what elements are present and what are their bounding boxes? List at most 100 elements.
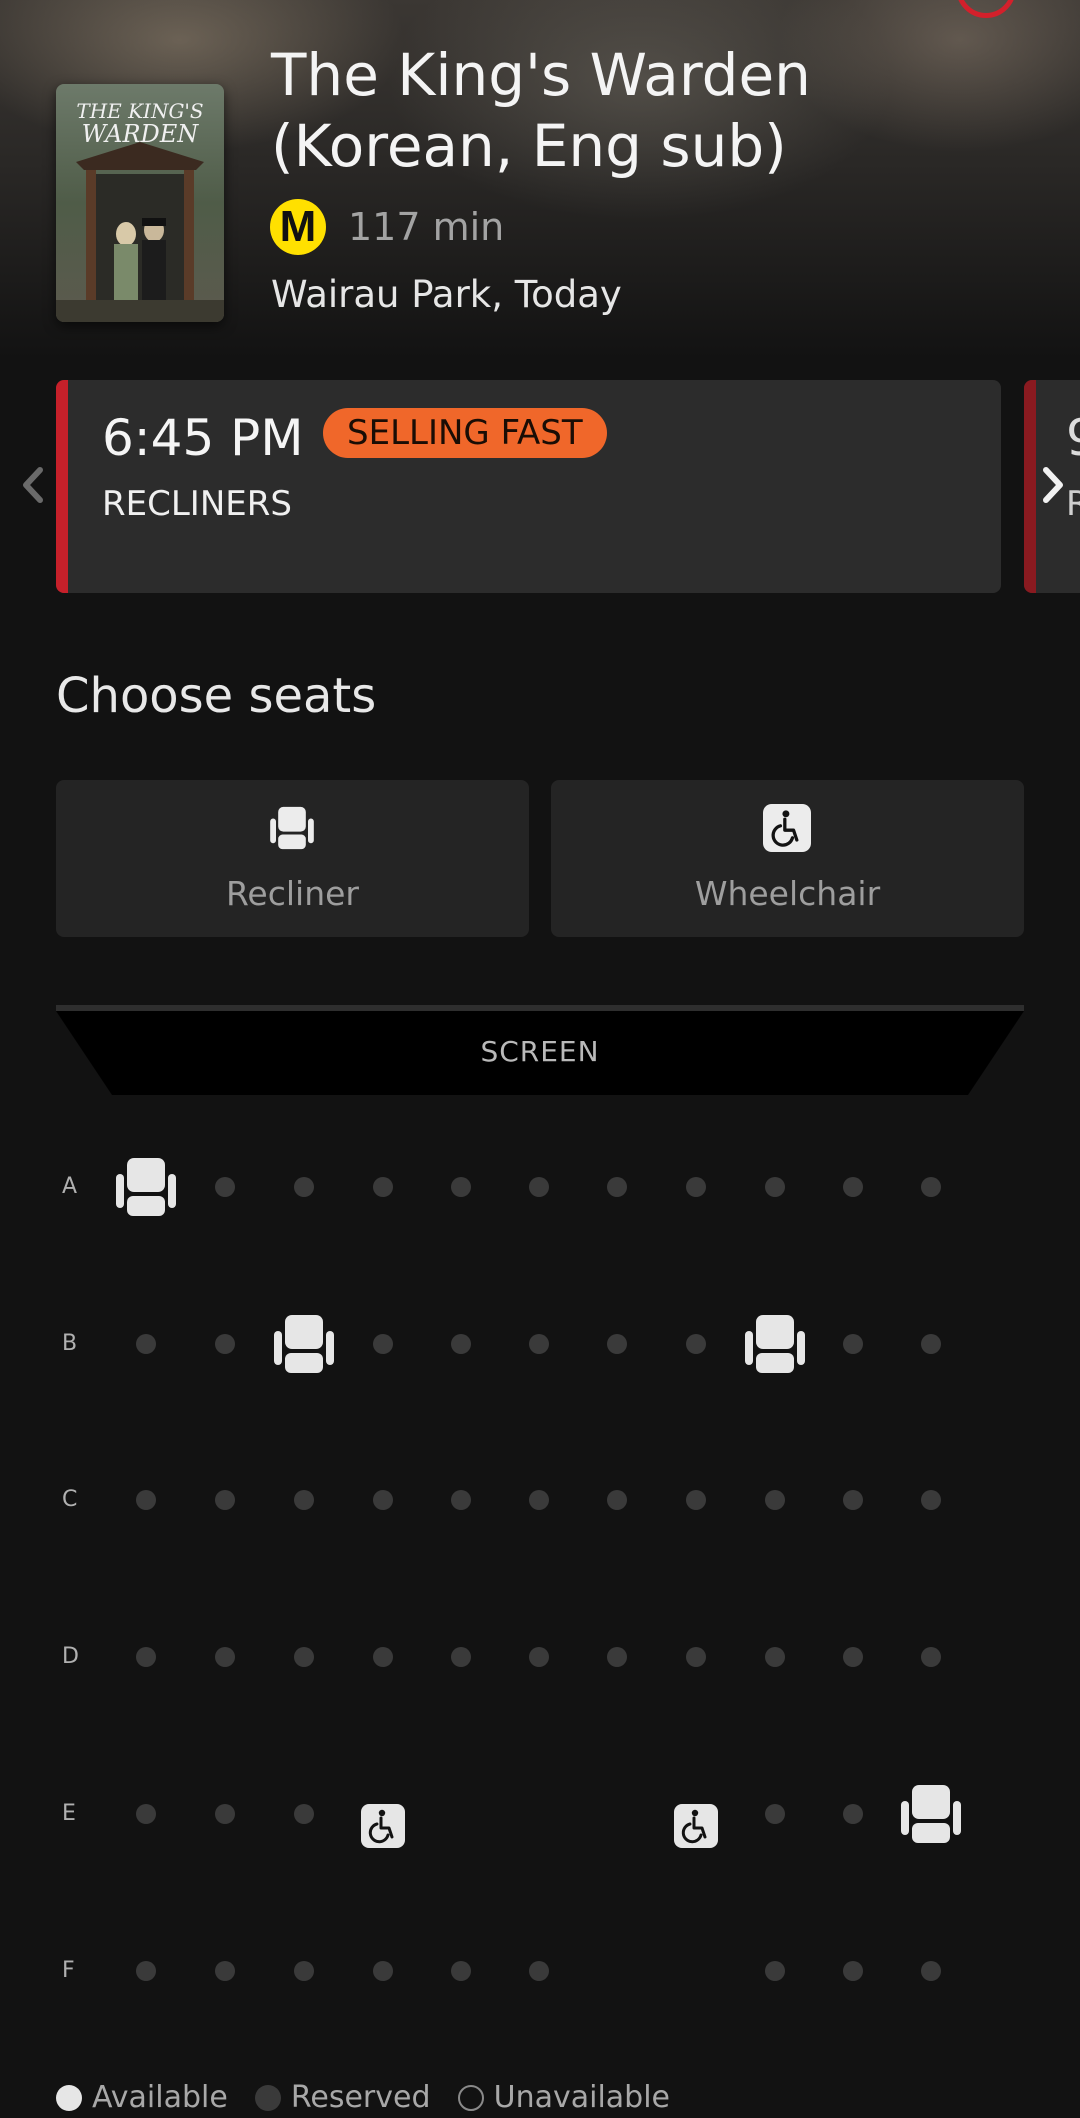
recliner-seat-icon[interactable] <box>271 1311 337 1377</box>
seat-f3[interactable] <box>294 1961 314 1981</box>
available-swatch-icon <box>56 2085 82 2111</box>
screen-label: SCREEN <box>480 1035 600 1068</box>
session-time: 6:45 PM <box>102 409 304 467</box>
seat-c7[interactable] <box>607 1490 627 1510</box>
seat-f5[interactable] <box>451 1961 471 1981</box>
filter-recliner-button[interactable]: Recliner <box>56 780 529 937</box>
row-label-f: F <box>62 1958 75 1983</box>
seat-f9[interactable] <box>765 1961 785 1981</box>
seat-f6[interactable] <box>529 1961 549 1981</box>
seat-a10[interactable] <box>843 1177 863 1197</box>
seat-b2[interactable] <box>215 1334 235 1354</box>
legend-available: Available <box>56 2078 228 2118</box>
seat-f10[interactable] <box>843 1961 863 1981</box>
cinema-location: Wairau Park, Today <box>271 273 622 316</box>
seat-e10[interactable] <box>843 1804 863 1824</box>
seat-b5[interactable] <box>451 1334 471 1354</box>
wheelchair-seat-icon[interactable] <box>361 1804 405 1848</box>
recliner-seat-icon[interactable] <box>898 1781 964 1847</box>
row-label-b: B <box>62 1331 78 1356</box>
wheelchair-seat-icon[interactable] <box>674 1804 718 1848</box>
seat-d9[interactable] <box>765 1647 785 1667</box>
seat-e1[interactable] <box>136 1804 156 1824</box>
seat-c8[interactable] <box>686 1490 706 1510</box>
seat-d10[interactable] <box>843 1647 863 1667</box>
seat-b11[interactable] <box>921 1334 941 1354</box>
seat-c5[interactable] <box>451 1490 471 1510</box>
choose-seats-heading: Choose seats <box>56 668 377 724</box>
seat-b6[interactable] <box>529 1334 549 1354</box>
legend-label: Reserved <box>290 2080 431 2115</box>
seat-c6[interactable] <box>529 1490 549 1510</box>
movie-title-line1: The King's Warden <box>271 41 811 109</box>
row-label-d: D <box>62 1644 79 1669</box>
wheelchair-icon <box>763 804 811 852</box>
row-label-e: E <box>62 1801 76 1826</box>
seat-c3[interactable] <box>294 1490 314 1510</box>
seat-d6[interactable] <box>529 1647 549 1667</box>
seat-c1[interactable] <box>136 1490 156 1510</box>
movie-poster: THE KING'S WARDEN <box>56 84 224 322</box>
seat-c9[interactable] <box>765 1490 785 1510</box>
seat-d3[interactable] <box>294 1647 314 1667</box>
seat-d7[interactable] <box>607 1647 627 1667</box>
seat-a6[interactable] <box>529 1177 549 1197</box>
seat-d1[interactable] <box>136 1647 156 1667</box>
legend-label: Unavailable <box>493 2080 671 2115</box>
seat-f4[interactable] <box>373 1961 393 1981</box>
session-accent-bar <box>56 380 68 593</box>
seat-e9[interactable] <box>765 1804 785 1824</box>
seat-a4[interactable] <box>373 1177 393 1197</box>
seat-a5[interactable] <box>451 1177 471 1197</box>
legend-label: Available <box>92 2080 228 2115</box>
seat-a11[interactable] <box>921 1177 941 1197</box>
recliner-seat-icon[interactable] <box>742 1311 808 1377</box>
seat-b10[interactable] <box>843 1334 863 1354</box>
seat-d8[interactable] <box>686 1647 706 1667</box>
selling-fast-badge: SELLING FAST <box>323 408 607 458</box>
seat-f11[interactable] <box>921 1961 941 1981</box>
reserved-swatch-icon <box>254 2085 281 2111</box>
poster-title-2: WARDEN <box>82 120 200 148</box>
seat-f2[interactable] <box>215 1961 235 1981</box>
seat-d11[interactable] <box>921 1647 941 1667</box>
movie-title-line2: (Korean, Eng sub) <box>271 112 787 180</box>
chevron-left-icon[interactable] <box>14 460 54 510</box>
session-format: RECLINERS <box>102 484 292 524</box>
filter-wheelchair-label: Wheelchair <box>694 874 881 913</box>
legend-reserved: Reserved <box>254 2078 431 2118</box>
seat-b1[interactable] <box>136 1334 156 1354</box>
seat-a7[interactable] <box>607 1177 627 1197</box>
filter-wheelchair-button[interactable]: Wheelchair <box>551 780 1024 937</box>
seat-e3[interactable] <box>294 1804 314 1824</box>
seat-c2[interactable] <box>215 1490 235 1510</box>
seat-c4[interactable] <box>373 1490 393 1510</box>
rating-badge: M <box>270 199 326 255</box>
seat-legend: Available Reserved Unavailable <box>56 2078 692 2118</box>
seat-e2[interactable] <box>215 1804 235 1824</box>
chevron-right-icon[interactable] <box>1032 460 1072 510</box>
recliner-seat-icon <box>268 804 316 852</box>
seat-a8[interactable] <box>686 1177 706 1197</box>
runtime: 117 min <box>348 205 505 249</box>
seat-f1[interactable] <box>136 1961 156 1981</box>
seat-a2[interactable] <box>215 1177 235 1197</box>
seat-d5[interactable] <box>451 1647 471 1667</box>
row-label-a: A <box>62 1174 78 1199</box>
seat-b4[interactable] <box>373 1334 393 1354</box>
movie-title: The King's Warden (Korean, Eng sub) <box>271 40 1031 182</box>
seat-c11[interactable] <box>921 1490 941 1510</box>
seat-d2[interactable] <box>215 1647 235 1667</box>
seat-b8[interactable] <box>686 1334 706 1354</box>
seat-d4[interactable] <box>373 1647 393 1667</box>
seat-a3[interactable] <box>294 1177 314 1197</box>
seat-a9[interactable] <box>765 1177 785 1197</box>
session-card-selected[interactable]: 6:45 PM SELLING FAST RECLINERS <box>56 380 1001 593</box>
unavailable-swatch-icon <box>457 2085 484 2111</box>
filter-recliner-label: Recliner <box>225 874 359 913</box>
seat-b7[interactable] <box>607 1334 627 1354</box>
seat-c10[interactable] <box>843 1490 863 1510</box>
legend-unavailable: Unavailable <box>457 2078 671 2118</box>
recliner-seat-icon[interactable] <box>113 1154 179 1220</box>
row-label-c: C <box>62 1487 78 1512</box>
